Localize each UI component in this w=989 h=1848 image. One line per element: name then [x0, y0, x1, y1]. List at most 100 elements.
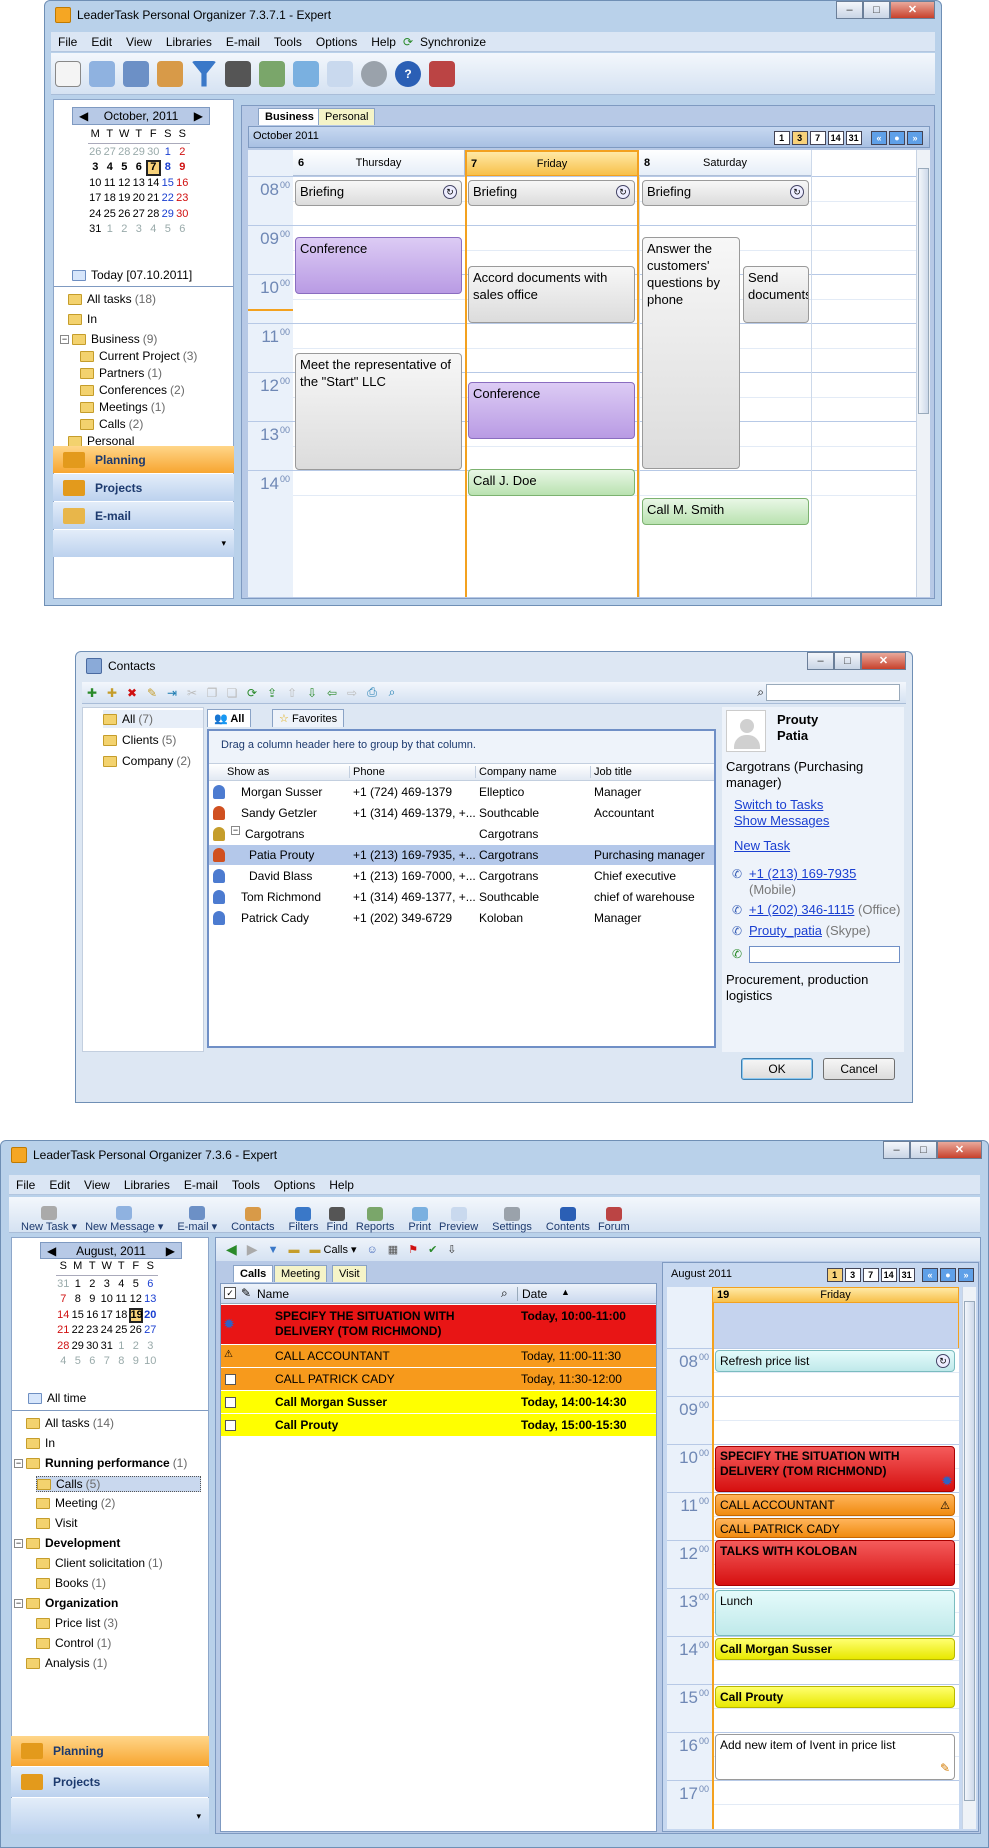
- nav-expand-chevron-icon[interactable]: ▾: [11, 1798, 209, 1834]
- copy-icon[interactable]: ❐: [202, 686, 222, 700]
- calendar-day[interactable]: 5: [129, 1277, 144, 1293]
- event-talks-koloban[interactable]: TALKS WITH KOLOBAN: [715, 1540, 955, 1586]
- col-phone[interactable]: Phone: [349, 766, 385, 778]
- calendar-day[interactable]: 18: [114, 1308, 129, 1324]
- event-briefing[interactable]: Briefing ↻: [295, 180, 462, 206]
- contacts-button[interactable]: Contacts: [231, 1206, 275, 1233]
- calendar-day[interactable]: 3: [88, 160, 103, 176]
- menu-view[interactable]: View: [77, 1178, 117, 1192]
- new-task-button[interactable]: New Task ▾: [21, 1205, 77, 1233]
- add-contact-icon[interactable]: ✚: [82, 686, 102, 700]
- calendar-day[interactable]: 17: [88, 191, 103, 207]
- calendar-day[interactable]: 7: [146, 160, 161, 176]
- export-icon[interactable]: ⇪: [262, 686, 282, 700]
- maximize-button[interactable]: □: [910, 1141, 937, 1159]
- menu-file[interactable]: File: [9, 1178, 42, 1192]
- tree-control[interactable]: Control (1): [36, 1636, 111, 1650]
- tree-all-tasks[interactable]: All tasks (14): [26, 1416, 114, 1430]
- calendar-day[interactable]: 30: [175, 207, 190, 223]
- tree-books[interactable]: Books (1): [36, 1576, 106, 1590]
- new-task-link[interactable]: New Task: [734, 838, 790, 853]
- event-call-patrick-cady[interactable]: CALL PATRICK CADY: [715, 1518, 955, 1538]
- collapse-icon[interactable]: −: [14, 1458, 23, 1468]
- calendar-day[interactable]: 16: [85, 1308, 100, 1324]
- view-3-button[interactable]: 3: [844, 1268, 861, 1282]
- calendar-day[interactable]: 1: [71, 1277, 86, 1293]
- calendar-day[interactable]: 11: [103, 176, 118, 192]
- calendar-day[interactable]: 21: [56, 1323, 71, 1339]
- find-button[interactable]: Find: [326, 1206, 348, 1233]
- forum-icon[interactable]: [429, 60, 455, 87]
- vertical-scrollbar[interactable]: [916, 150, 930, 597]
- menu-options[interactable]: Options: [267, 1178, 322, 1192]
- calendar-day[interactable]: 3: [100, 1277, 115, 1293]
- calendar-day[interactable]: 4: [114, 1277, 129, 1293]
- calendar-day[interactable]: 26: [117, 207, 132, 223]
- next-month-arrow-icon[interactable]: ▶: [166, 1244, 175, 1258]
- calendar-day[interactable]: 2: [175, 145, 190, 161]
- print-icon[interactable]: ⎙: [362, 685, 382, 700]
- event-meet-representative[interactable]: Meet the representative of the "Start" L…: [295, 353, 462, 470]
- phone-office-link[interactable]: +1 (202) 346-1115: [749, 902, 854, 917]
- calendar-day[interactable]: 28: [146, 207, 161, 223]
- preview-icon[interactable]: ⌕: [382, 685, 402, 700]
- tab-visit[interactable]: Visit: [332, 1265, 367, 1282]
- preview-icon[interactable]: [327, 60, 353, 87]
- calendar-day[interactable]: 10: [143, 1354, 158, 1370]
- group-all[interactable]: All (7): [103, 710, 203, 728]
- calendar-day[interactable]: 3: [143, 1339, 158, 1355]
- tree-meetings[interactable]: Meetings (1): [80, 400, 165, 414]
- day-header-saturday[interactable]: 8 Saturday: [639, 150, 811, 176]
- gear-icon[interactable]: [361, 60, 387, 87]
- calendar-day[interactable]: 14: [146, 176, 161, 192]
- contacts-search-input[interactable]: [766, 684, 900, 701]
- view-1-button[interactable]: 1: [773, 131, 790, 145]
- collapse-icon[interactable]: −: [231, 826, 240, 835]
- calendar-day[interactable]: 12: [117, 176, 132, 192]
- contact-row[interactable]: Patrick Cady +1 (202) 349-6729 Koloban Mana…: [209, 908, 714, 928]
- mini-calendar[interactable]: M T W T F S S 26 27 28 29 30 1 2 3 4 5 6 7 8 9 10 11 12 13 14 15 16…: [88, 127, 190, 238]
- calendar-day[interactable]: 6: [143, 1277, 158, 1293]
- calendar-day[interactable]: 5: [71, 1354, 86, 1370]
- delete-contact-icon[interactable]: ✖: [122, 686, 142, 700]
- tree-analysis[interactable]: Analysis (1): [26, 1656, 107, 1670]
- calendar-day[interactable]: 1: [114, 1339, 129, 1355]
- close-button[interactable]: ✕: [937, 1141, 982, 1159]
- event-briefing[interactable]: Briefing ↻: [642, 180, 809, 206]
- calendar-day[interactable]: 7: [56, 1292, 71, 1308]
- close-button[interactable]: ✕: [890, 1, 935, 19]
- event-answer-questions[interactable]: Answer the customers' questions by phone: [642, 237, 740, 469]
- contact-row[interactable]: Patia Prouty +1 (213) 169-7935, +... Cargo…: [209, 845, 714, 865]
- task-row[interactable]: ✹ SPECIFY THE SITUATION WITH DELIVERY (TO…: [221, 1305, 656, 1345]
- calendar-day[interactable]: 4: [103, 160, 118, 176]
- today-link[interactable]: Today [07.10.2011]: [72, 268, 192, 282]
- menu-help[interactable]: Help: [322, 1178, 361, 1192]
- tree-partners[interactable]: Partners (1): [80, 366, 162, 380]
- tree-in[interactable]: In: [26, 1436, 55, 1450]
- settings-button[interactable]: Settings: [492, 1206, 532, 1233]
- calendar-day[interactable]: 2: [117, 222, 132, 238]
- calendar-day[interactable]: 14: [56, 1308, 71, 1324]
- move-up-icon[interactable]: ⇧: [282, 686, 302, 700]
- add-group-icon[interactable]: ✚: [102, 686, 122, 700]
- email-button[interactable]: E-mail ▾: [177, 1205, 217, 1233]
- calendar-day[interactable]: 26: [88, 145, 103, 161]
- calendar-day[interactable]: 24: [100, 1323, 115, 1339]
- menu-help[interactable]: Help: [364, 35, 403, 49]
- paste-icon[interactable]: ❏: [222, 686, 242, 700]
- menu-file[interactable]: File: [51, 35, 84, 49]
- task-checkbox[interactable]: [225, 1374, 236, 1385]
- new-phone-input[interactable]: [749, 946, 900, 963]
- tree-business[interactable]: − Business (9): [60, 332, 157, 346]
- tree-price-list[interactable]: Price list (3): [36, 1616, 118, 1630]
- calls-filter[interactable]: ▬ Calls ▾: [309, 1243, 356, 1256]
- contact-row[interactable]: David Blass +1 (213) 169-7000, +... Cargot…: [209, 866, 714, 886]
- col-show-as[interactable]: Show as: [227, 766, 269, 778]
- collapse-icon[interactable]: −: [60, 334, 69, 344]
- calendar-day[interactable]: 11: [114, 1292, 129, 1308]
- calendar-day[interactable]: 22: [161, 191, 176, 207]
- calendar-day[interactable]: 30: [146, 145, 161, 161]
- maximize-button[interactable]: □: [834, 652, 861, 670]
- calendar-day[interactable]: 29: [132, 145, 147, 161]
- import-icon[interactable]: ⇥: [162, 686, 182, 700]
